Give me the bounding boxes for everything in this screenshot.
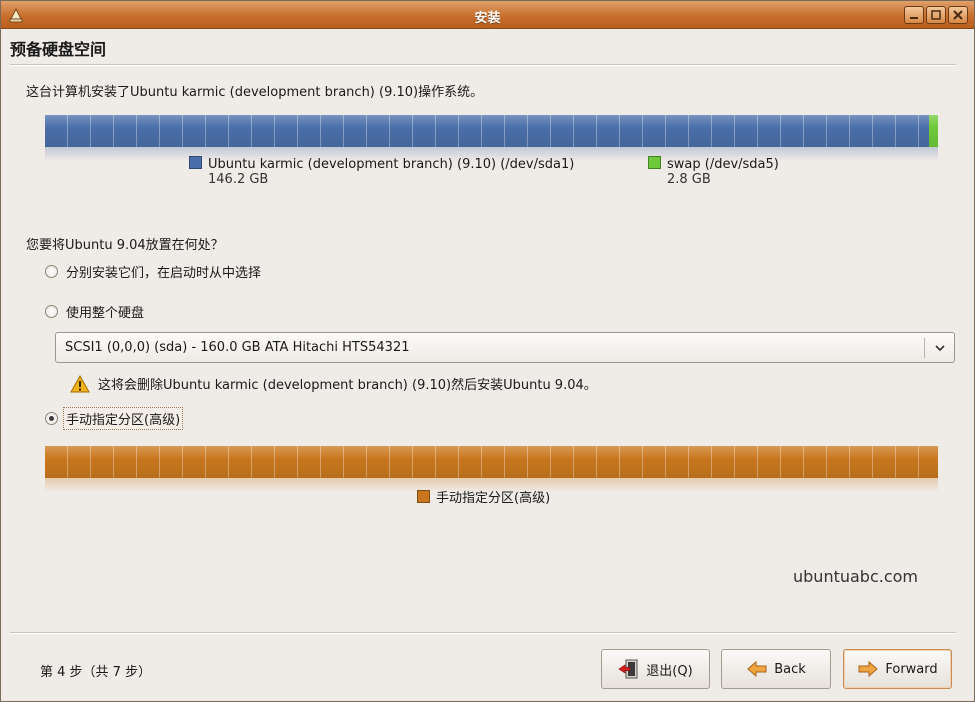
minimize-button[interactable] [904, 6, 924, 24]
disk-select-value: SCSI1 (0,0,0) (sda) - 160.0 GB ATA Hitac… [65, 340, 410, 355]
step-indicator: 第 4 步（共 7 步） [40, 665, 152, 680]
legend-swatch [417, 490, 430, 503]
radio-button[interactable] [45, 265, 58, 278]
title-bar[interactable]: 安装 [1, 1, 974, 29]
option-install-alongside[interactable]: 分别安装它们，在启动时从中选择 [45, 262, 261, 281]
chevron-down-icon [935, 345, 945, 352]
disk-select[interactable]: SCSI1 (0,0,0) (sda) - 160.0 GB ATA Hitac… [55, 332, 955, 363]
legend-item-sda5: swap (/dev/sda5) 2.8 GB [648, 156, 779, 187]
close-icon [953, 10, 963, 20]
maximize-icon [931, 10, 941, 20]
quit-button[interactable]: 退出(Q) [601, 649, 710, 689]
footer-divider [10, 632, 956, 634]
warning-text: 这将会删除Ubuntu karmic (development branch) … [98, 378, 597, 393]
install-location-question: 您要将Ubuntu 9.04放置在何处？ [26, 238, 224, 253]
erase-warning: 这将会删除Ubuntu karmic (development branch) … [70, 374, 597, 393]
legend-label: Ubuntu karmic (development branch) (9.10… [208, 157, 575, 172]
exit-icon [618, 659, 638, 679]
legend-swatch [648, 156, 661, 169]
warning-icon [70, 374, 90, 392]
option-manual-partition[interactable]: 手动指定分区(高级) [45, 407, 184, 430]
legend-size: 2.8 GB [667, 172, 711, 187]
legend-item-manual: 手动指定分区(高级) [417, 487, 550, 506]
back-button[interactable]: Back [721, 649, 831, 689]
back-label: Back [774, 661, 806, 677]
forward-label: Forward [885, 661, 938, 677]
arrow-right-icon [858, 660, 879, 678]
window-title: 安装 [474, 11, 501, 26]
legend-size: 146.2 GB [208, 172, 269, 187]
maximize-button[interactable] [926, 6, 946, 24]
radio-button[interactable] [45, 305, 58, 318]
header-divider [10, 64, 956, 66]
page-title: 预备硬盘空间 [10, 40, 107, 59]
legend-label: swap (/dev/sda5) [667, 157, 779, 172]
option-label[interactable]: 使用整个硬盘 [66, 302, 144, 321]
option-use-entire-disk[interactable]: 使用整个硬盘 [45, 302, 144, 321]
radio-button-selected[interactable] [45, 412, 58, 425]
current-partition-bar [45, 115, 938, 147]
forward-button[interactable]: Forward [843, 649, 952, 689]
close-button[interactable] [948, 6, 968, 24]
new-partition-bar [45, 446, 938, 478]
quit-label: 退出(Q) [646, 663, 693, 679]
option-label[interactable]: 分别安装它们，在启动时从中选择 [66, 262, 261, 281]
legend-item-sda1: Ubuntu karmic (development branch) (9.10… [189, 156, 574, 187]
minimize-icon [910, 17, 918, 19]
watermark-text: ubuntuabc.com [793, 567, 919, 586]
installer-window: 安装 预备硬盘空间 这台计算机安装了Ubuntu karmic (develop… [0, 0, 975, 702]
intro-text: 这台计算机安装了Ubuntu karmic (development branc… [26, 85, 484, 100]
option-label[interactable]: 手动指定分区(高级) [63, 407, 184, 430]
legend-swatch [189, 156, 202, 169]
legend-label: 手动指定分区(高级) [436, 491, 551, 506]
arrow-left-icon [747, 660, 767, 678]
